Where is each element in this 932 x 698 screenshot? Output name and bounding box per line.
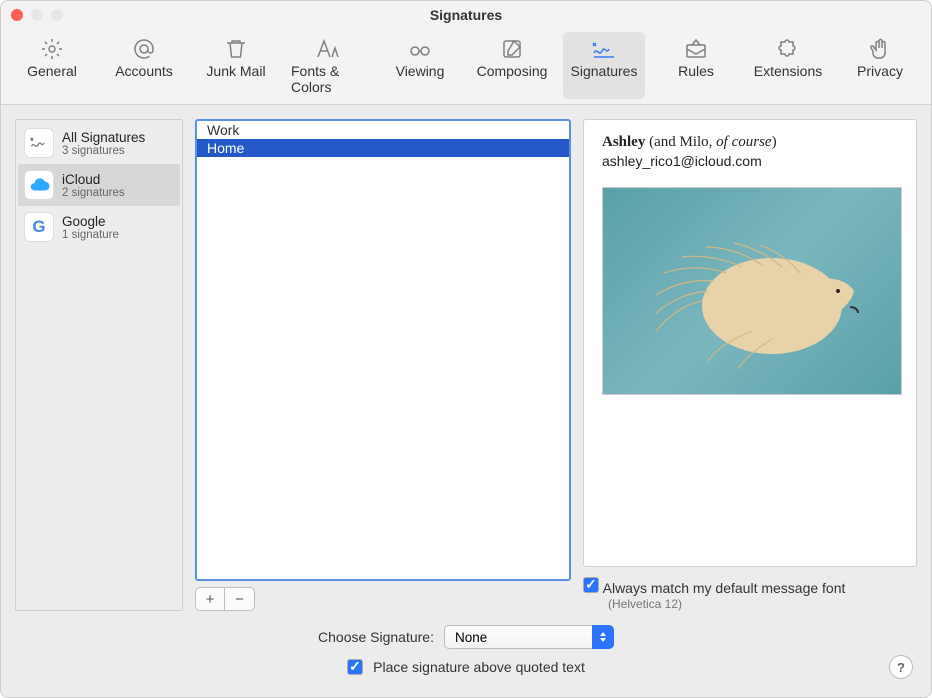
tab-viewing[interactable]: Viewing <box>379 32 461 99</box>
signatures-column: Work Home + − <box>195 119 571 611</box>
place-above-checkbox[interactable] <box>347 659 363 675</box>
preferences-content: All Signatures 3 signatures iCloud 2 sig… <box>1 105 931 697</box>
puzzle-icon <box>776 36 800 62</box>
tab-label: Extensions <box>754 63 822 79</box>
signature-item[interactable]: Work <box>197 121 569 139</box>
rules-icon <box>684 36 708 62</box>
account-name: All Signatures <box>62 130 145 145</box>
titlebar: Signatures <box>1 1 931 29</box>
hand-icon <box>868 36 892 62</box>
tab-general[interactable]: General <box>11 32 93 99</box>
glasses-icon <box>408 36 432 62</box>
always-match-font-label: Always match my default message font <box>603 580 846 596</box>
account-row-all[interactable]: All Signatures 3 signatures <box>18 122 180 164</box>
signatures-list[interactable]: Work Home <box>195 119 571 581</box>
tab-extensions[interactable]: Extensions <box>747 32 829 99</box>
signature-item[interactable]: Home <box>197 139 569 157</box>
tab-label: General <box>27 63 77 79</box>
window-title: Signatures <box>1 7 931 23</box>
icloud-icon <box>24 170 54 200</box>
tab-accounts[interactable]: Accounts <box>103 32 185 99</box>
account-row-icloud[interactable]: iCloud 2 signatures <box>18 164 180 206</box>
preferences-window: Signatures General Accounts Junk Mail <box>0 0 932 698</box>
remove-signature-button[interactable]: − <box>225 587 255 611</box>
tab-label: Composing <box>477 63 548 79</box>
account-subtitle: 1 signature <box>62 229 119 241</box>
tab-label: Junk Mail <box>206 63 265 79</box>
choose-signature-select[interactable]: None <box>444 625 614 649</box>
compose-icon <box>500 36 524 62</box>
default-font-sub: (Helvetica 12) <box>608 597 845 611</box>
tab-privacy[interactable]: Privacy <box>839 32 921 99</box>
bottom-options: Choose Signature: None Place signature a… <box>1 615 931 697</box>
tab-signatures[interactable]: Signatures <box>563 32 645 99</box>
preview-column: Ashley (and Milo, of course) ashley_rico… <box>583 119 917 611</box>
signature-icon <box>591 36 617 62</box>
dog-photo <box>642 211 862 371</box>
signature-name-italic: of course <box>716 134 771 150</box>
signature-name-close: ) <box>772 134 777 150</box>
signature-editor[interactable]: Ashley (and Milo, of course) ashley_rico… <box>583 119 917 567</box>
match-font-row: Always match my default message font (He… <box>583 577 917 611</box>
account-name: iCloud <box>62 172 125 187</box>
tab-label: Viewing <box>396 63 445 79</box>
signature-name-rest: (and Milo, <box>645 134 716 150</box>
tab-fonts-colors[interactable]: Fonts & Colors <box>287 32 369 99</box>
choose-signature-row: Choose Signature: None <box>318 625 614 649</box>
tab-label: Privacy <box>857 63 903 79</box>
google-icon: G <box>24 212 54 242</box>
font-icon <box>316 36 340 62</box>
accounts-list: All Signatures 3 signatures iCloud 2 sig… <box>15 119 183 611</box>
preferences-toolbar: General Accounts Junk Mail Fonts & Color… <box>1 29 931 105</box>
trash-icon <box>224 36 248 62</box>
place-above-label: Place signature above quoted text <box>373 659 585 675</box>
add-signature-button[interactable]: + <box>195 587 225 611</box>
signature-image <box>602 187 902 395</box>
signature-email: ashley_rico1@icloud.com <box>602 153 898 169</box>
columns: All Signatures 3 signatures iCloud 2 sig… <box>1 105 931 615</box>
tab-label: Signatures <box>571 63 638 79</box>
signature-name-bold: Ashley <box>602 134 645 150</box>
tab-composing[interactable]: Composing <box>471 32 553 99</box>
signature-icon <box>24 128 54 158</box>
tab-label: Accounts <box>115 63 173 79</box>
gear-icon <box>40 36 64 62</box>
tab-label: Rules <box>678 63 714 79</box>
account-row-google[interactable]: G Google 1 signature <box>18 206 180 248</box>
account-name: Google <box>62 214 119 229</box>
tab-label: Fonts & Colors <box>291 63 365 95</box>
tab-rules[interactable]: Rules <box>655 32 737 99</box>
place-above-row: Place signature above quoted text <box>347 659 585 675</box>
account-subtitle: 2 signatures <box>62 187 125 199</box>
choose-signature-label: Choose Signature: <box>318 629 434 645</box>
tab-junk-mail[interactable]: Junk Mail <box>195 32 277 99</box>
at-sign-icon <box>132 36 156 62</box>
help-button[interactable]: ? <box>889 655 913 679</box>
signature-name-line: Ashley (and Milo, of course) <box>602 134 898 151</box>
always-match-font-checkbox[interactable] <box>583 577 599 593</box>
choose-signature-select-wrap: None <box>444 625 614 649</box>
signature-list-actions: + − <box>195 587 571 611</box>
account-subtitle: 3 signatures <box>62 145 145 157</box>
